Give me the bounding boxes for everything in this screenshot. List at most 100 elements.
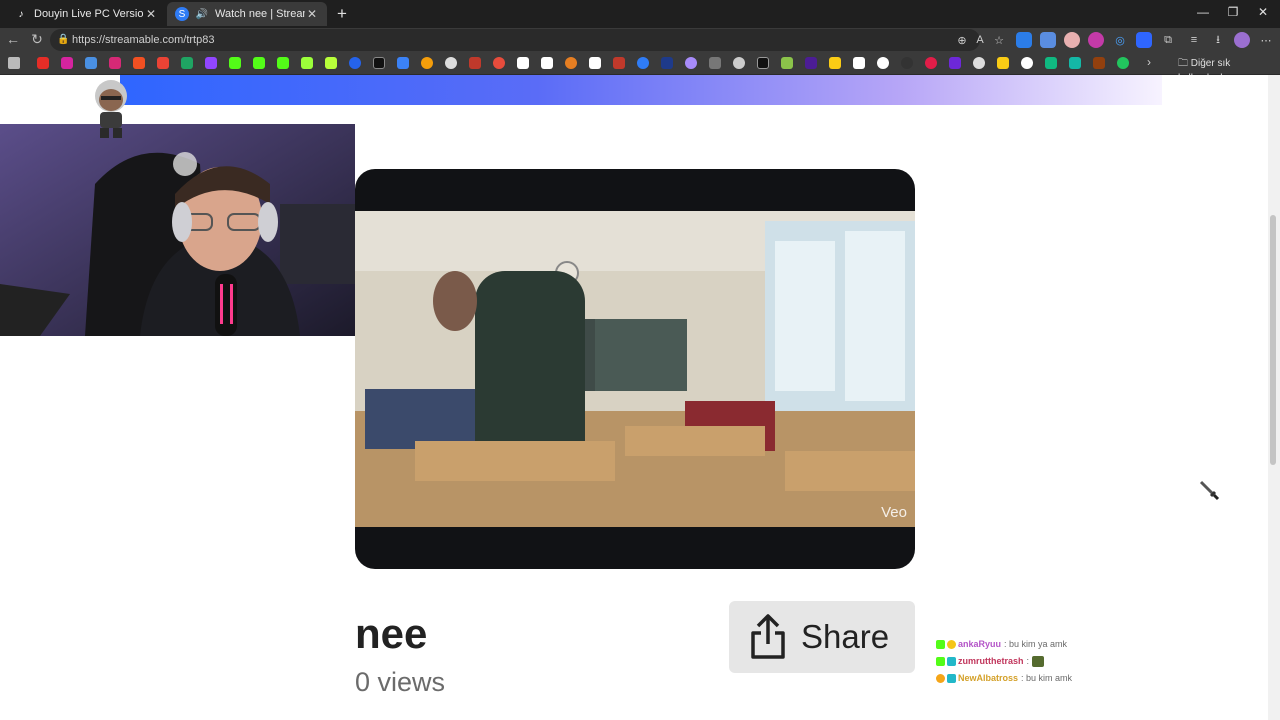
minimize-icon[interactable]: — (1188, 5, 1218, 19)
drive-icon[interactable] (181, 57, 193, 69)
close-tab-icon[interactable]: ✕ (305, 7, 319, 21)
bookmark-icon[interactable] (349, 57, 361, 69)
bookmark-icon[interactable] (589, 57, 601, 69)
bookmark-icon[interactable] (901, 57, 913, 69)
puzzle-icon[interactable]: ⧉ (1160, 32, 1176, 48)
avatar[interactable] (1234, 32, 1250, 48)
bookmark-icon[interactable] (733, 57, 745, 69)
extension-icon[interactable] (1088, 32, 1104, 48)
header-banner (120, 75, 1162, 105)
bookmark-icon[interactable] (685, 57, 697, 69)
chat-message: zumrutthetrash : (936, 653, 1116, 670)
share-icon (751, 614, 785, 659)
instagram-icon[interactable] (61, 57, 73, 69)
chat-message: NewAlbatross : bu kim amk (936, 670, 1116, 687)
bookmark-icon[interactable] (757, 57, 769, 69)
bookmark-icon[interactable] (301, 57, 313, 69)
bookmark-icon[interactable] (973, 57, 985, 69)
chevron-right-icon[interactable]: › (1147, 55, 1151, 69)
google-icon[interactable] (877, 57, 889, 69)
bookmark-icon[interactable] (469, 57, 481, 69)
bookmark-icon[interactable] (541, 57, 553, 69)
bookmark-icon[interactable] (637, 57, 649, 69)
read-aloud-icon[interactable]: A (972, 32, 988, 48)
tab-strip: ♪ Douyin Live PC Version_Douyin Liv ✕ S … (0, 0, 1280, 28)
bookmark-icon[interactable] (397, 57, 409, 69)
sword-cursor-icon (1199, 480, 1220, 501)
tab-douyin[interactable]: ♪ Douyin Live PC Version_Douyin Liv ✕ (6, 2, 166, 26)
share-label: Share (801, 618, 890, 655)
microsoft-icon[interactable] (133, 57, 145, 69)
emoji-badge-icon (947, 640, 956, 649)
speaker-icon[interactable]: 🔊 (195, 7, 209, 21)
view-count: 0 views (355, 667, 446, 697)
video-player[interactable]: Veo (355, 169, 915, 569)
kick-badge-icon (936, 657, 945, 666)
kick-badge-icon (936, 640, 945, 649)
folder-icon: 🗀 (1178, 58, 1191, 69)
bookmark-icon[interactable] (445, 57, 457, 69)
bookmark-icon[interactable] (661, 57, 673, 69)
chat-username: zumrutthetrash (958, 656, 1024, 666)
sub-badge-icon (947, 657, 956, 666)
bookmark-icon[interactable] (565, 57, 577, 69)
bookmark-icon[interactable] (493, 57, 505, 69)
download-icon[interactable]: ⭳ (1210, 32, 1226, 48)
chat-username: NewAlbatross (958, 673, 1019, 683)
close-tab-icon[interactable]: ✕ (144, 7, 158, 21)
video-title: nee (355, 610, 428, 657)
restore-icon[interactable]: ❐ (1218, 5, 1248, 19)
tab-streamable[interactable]: S 🔊 Watch nee | Streamable ✕ (167, 2, 327, 26)
bookmark-icon[interactable] (1045, 57, 1057, 69)
new-tab-button[interactable]: + (332, 4, 352, 24)
youtube-icon[interactable] (37, 57, 49, 69)
bookmark-icon[interactable] (997, 57, 1009, 69)
extension-icon[interactable] (1136, 32, 1152, 48)
video-frame[interactable]: Veo (355, 211, 915, 527)
x-icon[interactable] (373, 57, 385, 69)
kick-icon[interactable] (229, 57, 241, 69)
bookmark-icon[interactable] (421, 57, 433, 69)
zoom-icon[interactable]: ⊕ (954, 32, 970, 48)
extension-icon[interactable] (1016, 32, 1032, 48)
chat-text: bu kim amk (1026, 673, 1073, 683)
bookmark-icon[interactable] (949, 57, 961, 69)
bookmark-icon[interactable] (709, 57, 721, 69)
bookmark-icon[interactable] (781, 57, 793, 69)
bookmark-icon[interactable] (325, 57, 337, 69)
bookmark-icon[interactable] (85, 57, 97, 69)
favorites-icon[interactable]: ≡ (1186, 32, 1202, 48)
tab-title: Douyin Live PC Version_Douyin Liv (34, 8, 144, 20)
share-button[interactable]: Share (729, 601, 915, 673)
bookmark-icon[interactable] (853, 57, 865, 69)
bookmark-icon[interactable] (517, 57, 529, 69)
bookmark-icon[interactable] (1117, 57, 1129, 69)
gmail-icon[interactable] (157, 57, 169, 69)
bookmark-icon[interactable] (1093, 57, 1105, 69)
bookmark-icon[interactable] (8, 57, 20, 69)
emote-icon (1031, 656, 1044, 667)
bookmark-icon[interactable] (805, 57, 817, 69)
kick-icon[interactable] (277, 57, 289, 69)
scrollbar-thumb[interactable] (1270, 215, 1276, 465)
tiktok-icon: ♪ (18, 8, 24, 20)
extension-icon[interactable]: ◎ (1112, 32, 1128, 48)
favorite-star-icon[interactable]: ☆ (991, 32, 1007, 48)
bookmark-icon[interactable] (1069, 57, 1081, 69)
sub-badge-icon (947, 674, 956, 683)
extension-icon[interactable] (1040, 32, 1056, 48)
extension-icon[interactable] (1064, 32, 1080, 48)
url-field[interactable]: 🔒 https://streamable.com/trtp83 (50, 29, 980, 51)
window-close-icon[interactable]: ✕ (1248, 5, 1278, 19)
bookmark-icon[interactable] (829, 57, 841, 69)
twitch-icon[interactable] (205, 57, 217, 69)
bookmark-icon[interactable] (613, 57, 625, 69)
bookmark-icon[interactable] (925, 57, 937, 69)
classroom-scene (355, 211, 915, 527)
google-icon[interactable] (1021, 57, 1033, 69)
more-menu-icon[interactable]: ⋯ (1258, 32, 1274, 48)
kick-icon[interactable] (253, 57, 265, 69)
back-icon[interactable]: ← (3, 31, 23, 47)
reload-icon[interactable]: ↻ (27, 31, 47, 48)
instagram-icon[interactable] (109, 57, 121, 69)
